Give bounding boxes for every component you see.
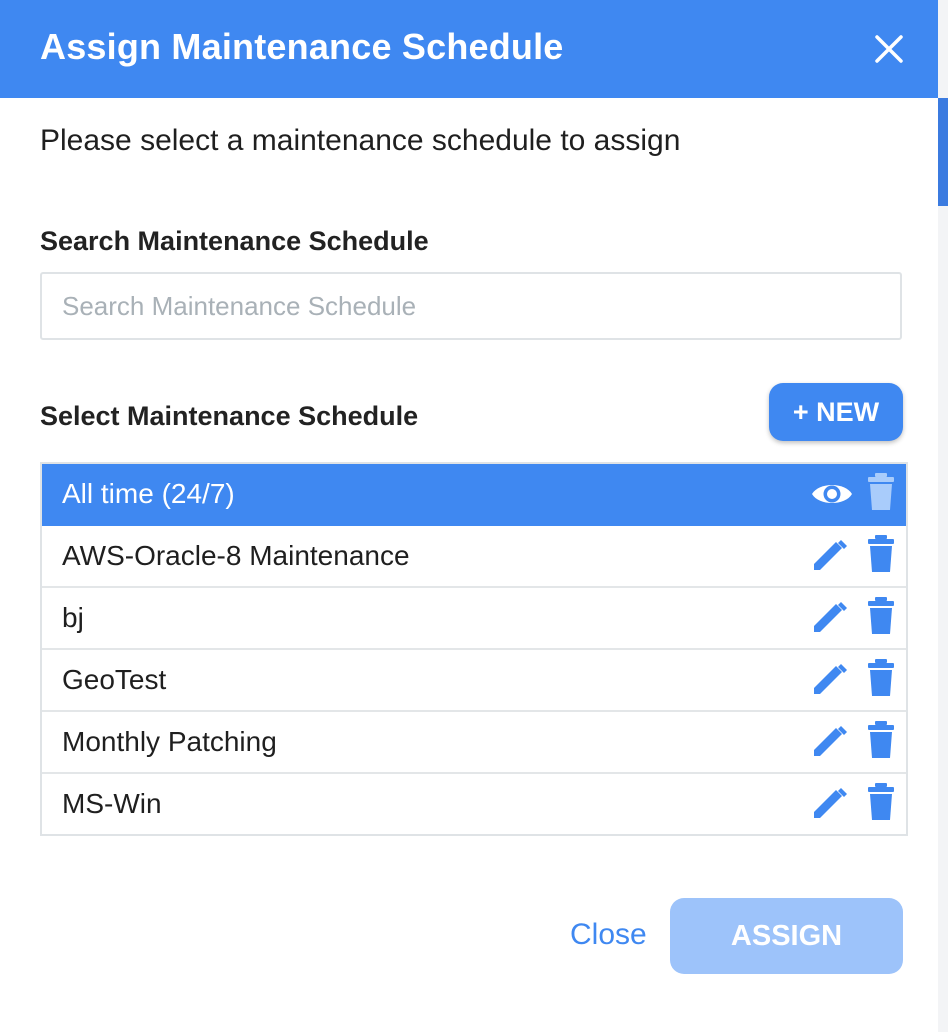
trash-icon[interactable] (866, 472, 896, 512)
schedule-name: Monthly Patching (62, 726, 277, 757)
select-schedule-label: Select Maintenance Schedule (40, 401, 419, 431)
dialog-header: Assign Maintenance Schedule (0, 0, 938, 98)
close-button[interactable]: Close (570, 918, 647, 952)
intro-text: Please select a maintenance schedule to … (40, 124, 681, 157)
close-icon[interactable] (866, 26, 912, 72)
search-field[interactable] (40, 272, 902, 340)
schedule-row[interactable]: MS-Win (42, 774, 906, 834)
schedule-name: bj (62, 602, 84, 633)
pencil-icon[interactable] (810, 662, 854, 698)
search-input[interactable] (42, 274, 900, 338)
eye-icon[interactable] (810, 476, 854, 512)
schedule-name: GeoTest (62, 664, 167, 695)
schedule-row[interactable]: AWS-Oracle-8 Maintenance (42, 526, 906, 588)
pencil-icon[interactable] (810, 724, 854, 760)
background-accent (938, 98, 948, 206)
schedule-row[interactable]: All time (24/7) (42, 464, 906, 526)
schedule-name: AWS-Oracle-8 Maintenance (62, 540, 410, 571)
schedule-row[interactable]: Monthly Patching (42, 712, 906, 774)
schedule-list: All time (24/7) AWS-Oracle-8 Maintenance (40, 462, 908, 836)
trash-icon[interactable] (866, 720, 896, 760)
assign-button[interactable]: ASSIGN (670, 898, 903, 974)
trash-icon[interactable] (866, 782, 896, 822)
background-page (938, 0, 948, 1032)
schedule-row[interactable]: GeoTest (42, 650, 906, 712)
schedule-name: MS-Win (62, 788, 162, 819)
trash-icon[interactable] (866, 534, 896, 574)
pencil-icon[interactable] (810, 538, 854, 574)
pencil-icon[interactable] (810, 600, 854, 636)
schedule-name: All time (24/7) (62, 478, 235, 509)
assign-schedule-dialog: Assign Maintenance Schedule Please selec… (0, 0, 938, 1032)
trash-icon[interactable] (866, 658, 896, 698)
trash-icon[interactable] (866, 596, 896, 636)
search-label: Search Maintenance Schedule (40, 226, 429, 256)
schedule-row[interactable]: bj (42, 588, 906, 650)
pencil-icon[interactable] (810, 786, 854, 822)
new-schedule-button[interactable]: + NEW (769, 383, 903, 441)
dialog-title: Assign Maintenance Schedule (40, 26, 564, 67)
